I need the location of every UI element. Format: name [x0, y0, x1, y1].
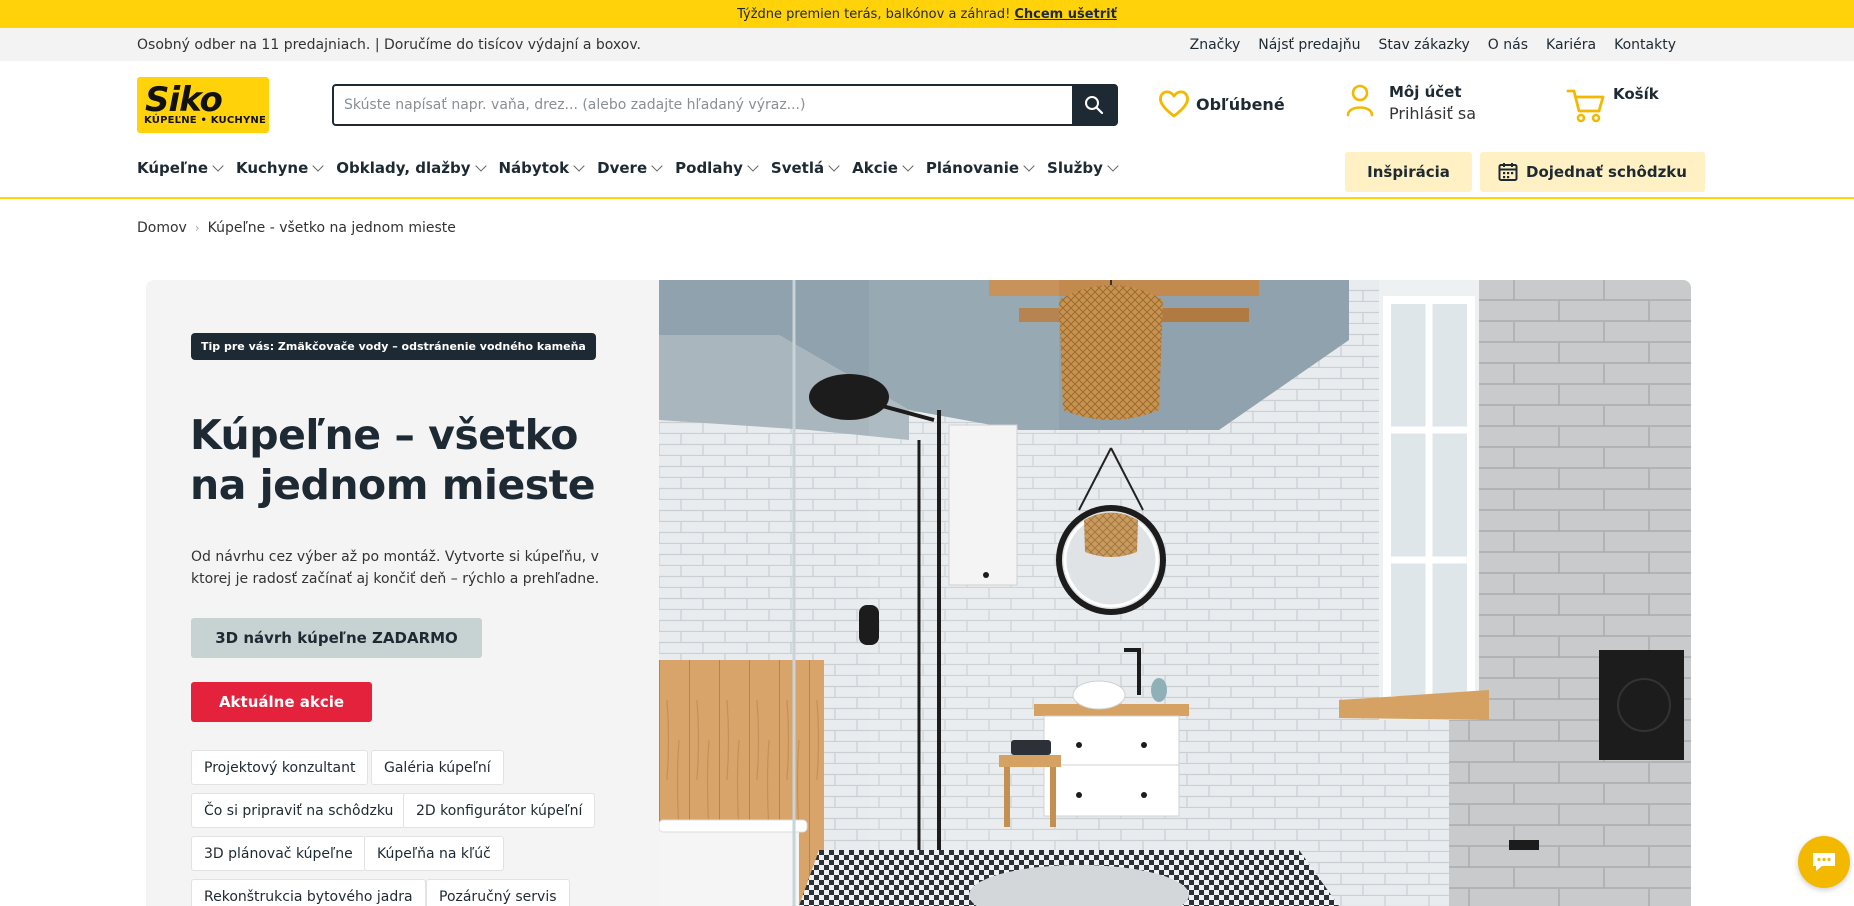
logo-wordmark: Siko — [145, 80, 223, 120]
search-input[interactable] — [344, 94, 1044, 116]
appointment-button[interactable]: Dojednať schôdzku — [1480, 152, 1705, 192]
chip-2d-configurator[interactable]: 2D konfigurátor kúpeľní — [403, 793, 596, 828]
chip-project-consultant[interactable]: Projektový konzultant — [191, 750, 369, 785]
nav-item-bathrooms[interactable]: Kúpeľne — [137, 159, 224, 177]
chip-bathroom-gallery[interactable]: Galéria kúpeľní — [371, 750, 504, 785]
chip-post-warranty-service[interactable]: Pozáručný servis — [426, 879, 570, 906]
breadcrumb-separator-icon: › — [194, 221, 200, 235]
account-link[interactable]: Môj účet Prihlásiť sa — [1345, 83, 1476, 123]
chat-button[interactable] — [1798, 836, 1850, 888]
search-button[interactable] — [1072, 86, 1116, 124]
tip-badge[interactable]: Tip pre vás: Zmäkčovače vody – odstránen… — [191, 333, 596, 360]
calendar-icon — [1498, 163, 1518, 181]
nav-item-lights[interactable]: Svetlá — [770, 159, 840, 177]
utility-link-order-status[interactable]: Stav zákazky — [1378, 37, 1469, 53]
cart-link[interactable]: Košík — [1565, 83, 1659, 125]
utility-link-brands[interactable]: Značky — [1190, 37, 1241, 53]
chip-core-renovation[interactable]: Rekonštrukcia bytového jadra — [191, 879, 426, 906]
nav-item-tiles[interactable]: Obklady, dlažby — [336, 159, 487, 177]
chip-turnkey-bathroom[interactable]: Kúpeľňa na kľúč — [364, 836, 504, 871]
nav-label: Služby — [1047, 159, 1103, 177]
hero-description: Od návrhu cez výber až po montáž. Vytvor… — [191, 549, 600, 587]
nav-item-floors[interactable]: Podlahy — [675, 159, 759, 177]
chevron-down-icon — [1107, 160, 1119, 172]
nav-label: Kúpeľne — [137, 159, 208, 177]
chevron-down-icon — [312, 160, 324, 172]
nav-label: Obklady, dlažby — [336, 159, 471, 177]
siko-logo[interactable]: Siko KÚPEĽNE • KUCHYNE — [137, 77, 269, 133]
hero-bathroom-image — [659, 280, 1691, 906]
current-promotions-button[interactable]: Aktuálne akcie — [191, 682, 372, 722]
inspiration-button[interactable]: Inšpirácia — [1345, 152, 1472, 192]
main-nav: Kúpeľne Kuchyne Obklady, dlažby Nábytok … — [137, 159, 1131, 177]
chevron-down-icon — [902, 160, 914, 172]
chat-icon — [1813, 853, 1835, 871]
delivery-info: Osobný odber na 11 predajniach. | Doručí… — [137, 37, 641, 53]
nav-item-promotions[interactable]: Akcie — [852, 159, 914, 177]
search-box — [332, 84, 1118, 126]
nav-label: Svetlá — [770, 159, 825, 177]
breadcrumb: Domov › Kúpeľne - všetko na jednom miest… — [137, 220, 456, 236]
nav-label: Nábytok — [498, 159, 570, 177]
utility-link-career[interactable]: Kariéra — [1546, 37, 1596, 53]
search-icon — [1085, 96, 1104, 115]
chip-meeting-prep[interactable]: Čo si pripraviť na schôdzku — [191, 793, 407, 828]
chevron-down-icon — [1023, 160, 1035, 172]
chevron-down-icon — [573, 160, 585, 172]
design-3d-button[interactable]: 3D návrh kúpeľne ZADARMO — [191, 618, 482, 658]
nav-item-planning[interactable]: Plánovanie — [925, 159, 1035, 177]
chevron-down-icon — [651, 160, 663, 172]
account-login-text: Prihlásiť sa — [1389, 104, 1477, 123]
appointment-label: Dojednať schôdzku — [1526, 163, 1687, 181]
utility-link-contacts[interactable]: Kontakty — [1614, 37, 1676, 53]
chevron-down-icon — [828, 160, 840, 172]
user-icon — [1346, 84, 1374, 117]
cart-icon — [1566, 89, 1605, 123]
utility-link-find-store[interactable]: Nájsť predajňu — [1258, 37, 1360, 53]
cart-label: Košík — [1613, 85, 1659, 103]
nav-item-kitchens[interactable]: Kuchyne — [236, 159, 324, 177]
promo-text: Týždne premien terás, balkónov a záhrad! — [737, 6, 1011, 22]
breadcrumb-current: Kúpeľne - všetko na jednom mieste — [207, 220, 456, 236]
utility-link-about[interactable]: O nás — [1488, 37, 1528, 53]
chip-3d-planner[interactable]: 3D plánovač kúpeľne — [191, 836, 366, 871]
utility-links: Značky Nájsť predajňu Stav zákazky O nás… — [1190, 37, 1676, 53]
chevron-down-icon — [212, 160, 224, 172]
favorites-link[interactable]: Obľúbené — [1158, 90, 1285, 118]
hero-title: Kúpeľne – všetko na jednom mieste — [190, 411, 596, 509]
chevron-down-icon — [474, 160, 487, 172]
nav-label: Akcie — [852, 159, 898, 177]
utility-bar: Osobný odber na 11 predajniach. | Doručí… — [0, 28, 1854, 61]
promo-cta-link[interactable]: Chcem ušetriť — [1014, 7, 1117, 22]
nav-label: Dvere — [597, 159, 648, 177]
logo-tagline: KÚPEĽNE • KUCHYNE — [144, 115, 267, 126]
account-title: Môj účet — [1389, 83, 1462, 101]
promo-bar: Týždne premien terás, balkónov a záhrad!… — [0, 0, 1854, 28]
chevron-down-icon — [747, 160, 759, 172]
nav-item-services[interactable]: Služby — [1047, 159, 1119, 177]
nav-label: Plánovanie — [925, 159, 1020, 177]
favorites-label: Obľúbené — [1196, 94, 1285, 114]
nav-item-furniture[interactable]: Nábytok — [498, 159, 585, 177]
heart-icon — [1159, 90, 1189, 118]
breadcrumb-home[interactable]: Domov — [137, 220, 187, 236]
nav-item-doors[interactable]: Dvere — [597, 159, 663, 177]
nav-label: Podlahy — [675, 159, 743, 177]
nav-label: Kuchyne — [236, 159, 309, 177]
header-divider — [0, 197, 1854, 199]
